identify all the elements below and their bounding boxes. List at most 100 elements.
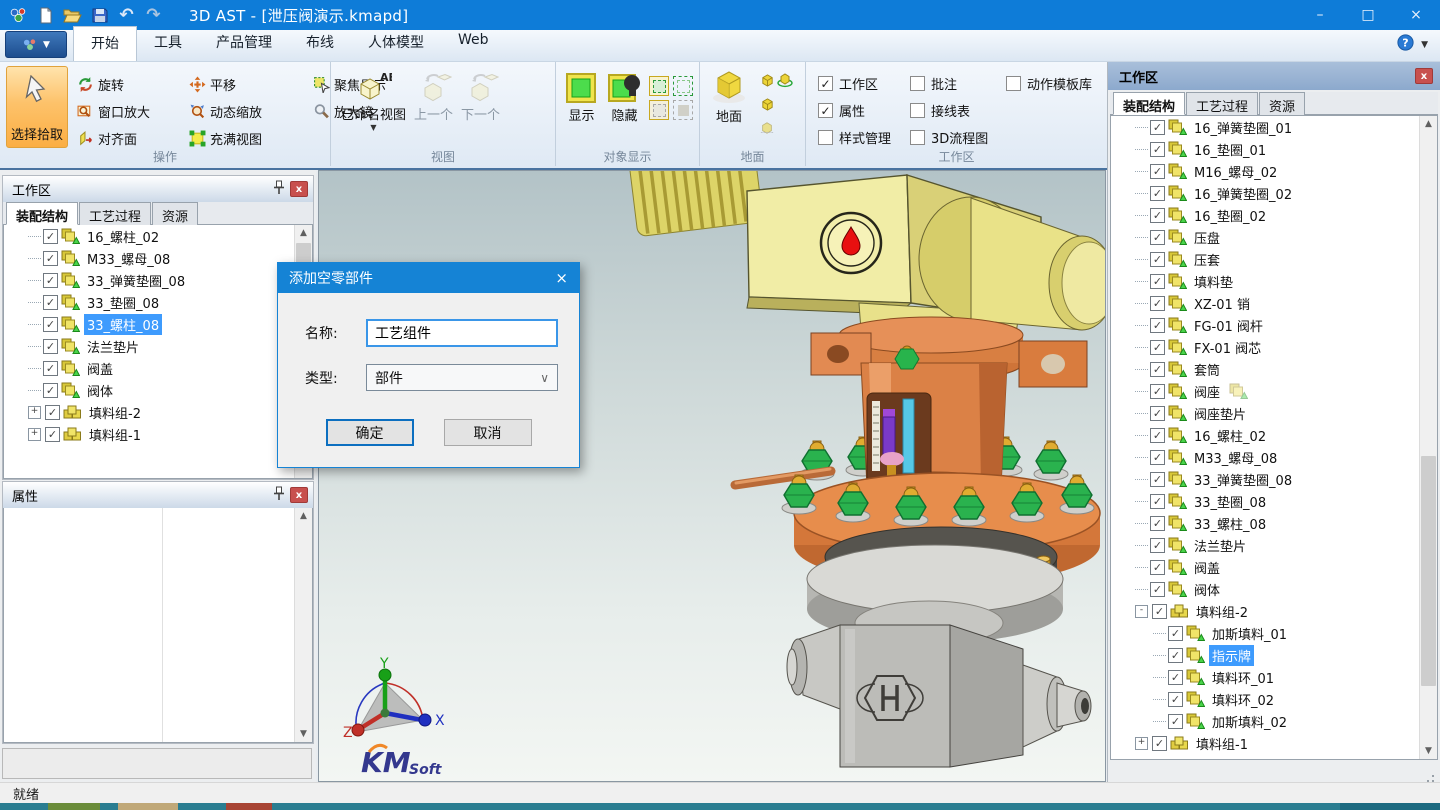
visibility-checkbox[interactable]: ✓ bbox=[1150, 406, 1165, 421]
workspace-checkbox[interactable]: 3D流程图 bbox=[910, 128, 1006, 147]
visibility-checkbox[interactable]: ✓ bbox=[43, 383, 58, 398]
visibility-checkbox[interactable]: ✓ bbox=[1150, 230, 1165, 245]
tree-item-label[interactable]: FG-01 阀杆 bbox=[1191, 315, 1266, 336]
workspace-checkbox[interactable]: ✓属性 bbox=[818, 101, 910, 120]
ribbon-op-button[interactable]: 充满视图 bbox=[189, 129, 313, 148]
cancel-button[interactable]: 取消 bbox=[444, 419, 532, 446]
tree-item[interactable]: ✓33_垫圈_08 bbox=[4, 291, 312, 313]
ribbon-op-button[interactable]: 动态缩放 bbox=[189, 102, 313, 121]
open-folder-icon[interactable] bbox=[59, 3, 86, 27]
tree-item-label[interactable]: 16_垫圈_02 bbox=[1191, 205, 1269, 226]
tree-item-label[interactable]: M33_螺母_08 bbox=[84, 248, 173, 269]
tree-item[interactable]: -✓填料组-2 bbox=[1111, 600, 1437, 622]
tree-item-label[interactable]: 33_螺柱_08 bbox=[84, 314, 162, 335]
panel-tab[interactable]: 资源 bbox=[1259, 92, 1305, 115]
redo-icon[interactable]: ↷ bbox=[140, 3, 167, 27]
previous-view-button[interactable]: 上一个 bbox=[410, 68, 457, 126]
ground-cube-small-icon[interactable] bbox=[760, 73, 775, 92]
help-icon[interactable]: ? bbox=[1397, 34, 1414, 55]
panel-tab[interactable]: 工艺过程 bbox=[79, 202, 151, 225]
ground-cube-faded-icon[interactable] bbox=[760, 121, 774, 139]
tree-item[interactable]: ✓FX-01 阀芯 bbox=[1111, 336, 1437, 358]
ribbon-tab[interactable]: 开始 bbox=[73, 26, 137, 61]
tree-item[interactable]: ✓加斯填料_01 bbox=[1111, 622, 1437, 644]
ribbon-op-button[interactable]: 窗口放大 bbox=[77, 102, 189, 121]
visibility-checkbox[interactable]: ✓ bbox=[43, 229, 58, 244]
panel-tab[interactable]: 资源 bbox=[152, 202, 198, 225]
name-input[interactable] bbox=[366, 319, 558, 347]
tree-item[interactable]: ✓M16_螺母_02 bbox=[1111, 160, 1437, 182]
tree-item[interactable]: ✓ 16_垫圈_01 bbox=[1111, 138, 1437, 160]
close-icon[interactable]: x bbox=[1415, 68, 1433, 84]
panel-tab[interactable]: 装配结构 bbox=[1113, 92, 1185, 115]
tree-item-label[interactable]: 加斯填料_02 bbox=[1209, 711, 1290, 732]
visibility-checkbox[interactable]: ✓ bbox=[1150, 296, 1165, 311]
tree-item-label[interactable]: 33_垫圈_08 bbox=[1191, 491, 1269, 512]
checkbox-icon[interactable] bbox=[910, 76, 925, 91]
ribbon-op-button[interactable]: 平移 bbox=[189, 75, 313, 94]
tree-item-label[interactable]: 16_螺柱_02 bbox=[84, 226, 162, 247]
scroll-up-icon[interactable]: ▲ bbox=[295, 225, 312, 241]
tree-item-label[interactable]: 填料组-2 bbox=[86, 402, 144, 423]
select-pick-button[interactable]: 选择拾取 bbox=[6, 66, 68, 148]
tree-item-label[interactable]: 填料组-1 bbox=[1193, 733, 1251, 754]
scroll-up-icon[interactable]: ▲ bbox=[295, 508, 312, 524]
visibility-checkbox[interactable]: ✓ bbox=[1150, 142, 1165, 157]
tree-item[interactable]: ✓阀座垫片 bbox=[1111, 402, 1437, 424]
named-views-button[interactable]: AB 已命名视图 ▼ bbox=[337, 68, 410, 135]
checkbox-icon[interactable] bbox=[1006, 76, 1021, 91]
scroll-down-icon[interactable]: ▼ bbox=[295, 726, 312, 742]
visibility-checkbox[interactable]: ✓ bbox=[1150, 274, 1165, 289]
tree-item-label[interactable]: 16_弹簧垫圈_02 bbox=[1191, 183, 1295, 204]
tree-item[interactable]: ✓ 16_垫圈_02 bbox=[1111, 204, 1437, 226]
tree-item-label[interactable]: 16_垫圈_01 bbox=[1191, 139, 1269, 160]
expander-icon[interactable]: + bbox=[1135, 737, 1148, 750]
tree-item[interactable]: ✓压套 bbox=[1111, 248, 1437, 270]
tree-item[interactable]: ✓填料垫 bbox=[1111, 270, 1437, 292]
ribbon-tab[interactable]: 布线 bbox=[289, 26, 351, 61]
tree-item-label[interactable]: 法兰垫片 bbox=[84, 336, 142, 357]
visibility-checkbox[interactable]: ✓ bbox=[43, 317, 58, 332]
maximize-button[interactable]: □ bbox=[1344, 0, 1392, 30]
visibility-checkbox[interactable]: ✓ bbox=[1150, 384, 1165, 399]
tree-item[interactable]: ✓ 法兰垫片 bbox=[1111, 534, 1437, 556]
visibility-checkbox[interactable]: ✓ bbox=[1150, 582, 1165, 597]
panel-tab[interactable]: 工艺过程 bbox=[1186, 92, 1258, 115]
visibility-checkbox[interactable]: ✓ bbox=[1152, 604, 1167, 619]
undo-icon[interactable]: ↶ bbox=[113, 3, 140, 27]
workspace-checkbox[interactable]: ✓工作区 bbox=[818, 74, 910, 93]
minimize-button[interactable]: – bbox=[1296, 0, 1344, 30]
tree-item-label[interactable]: 压套 bbox=[1191, 249, 1223, 270]
tree-item-label[interactable]: 33_弹簧垫圈_08 bbox=[84, 270, 188, 291]
visibility-checkbox[interactable]: ✓ bbox=[1168, 626, 1183, 641]
ok-button[interactable]: 确定 bbox=[326, 419, 414, 446]
visibility-checkbox[interactable]: ✓ bbox=[1150, 186, 1165, 201]
checkbox-icon[interactable] bbox=[818, 130, 833, 145]
workspace-checkbox[interactable]: 批注 bbox=[910, 74, 1006, 93]
panel-tab[interactable]: 装配结构 bbox=[6, 202, 78, 225]
tree-item-label[interactable]: 法兰垫片 bbox=[1191, 535, 1249, 556]
tree-item[interactable]: ✓ 16_螺柱_02 bbox=[4, 225, 312, 247]
tree-item[interactable]: +✓填料组-1 bbox=[4, 423, 312, 445]
tree-item-label[interactable]: 填料组-2 bbox=[1193, 601, 1251, 622]
tree-item[interactable]: ✓XZ-01 销 bbox=[1111, 292, 1437, 314]
visibility-checkbox[interactable]: ✓ bbox=[1150, 164, 1165, 179]
expander-icon[interactable]: + bbox=[28, 406, 41, 419]
ribbon-tab[interactable]: 工具 bbox=[137, 26, 199, 61]
scroll-up-icon[interactable]: ▲ bbox=[1420, 116, 1437, 132]
tree-item[interactable]: ✓16_弹簧垫圈_01 bbox=[1111, 116, 1437, 138]
ribbon-op-button[interactable]: 对齐面 bbox=[77, 129, 189, 148]
visibility-checkbox[interactable]: ✓ bbox=[1150, 208, 1165, 223]
close-icon[interactable]: × bbox=[555, 269, 568, 287]
scrollbar-vertical[interactable]: ▲ ▼ bbox=[1419, 116, 1437, 759]
tree-item-label[interactable]: 33_垫圈_08 bbox=[84, 292, 162, 313]
tree-item[interactable]: ✓33_弹簧垫圈_08 bbox=[1111, 468, 1437, 490]
checkbox-icon[interactable]: ✓ bbox=[818, 103, 833, 118]
tree-item[interactable]: ✓ 33_螺柱_08 bbox=[4, 313, 312, 335]
tree-item[interactable]: ✓阀盖 bbox=[4, 357, 312, 379]
tree-item-label[interactable]: 填料环_01 bbox=[1209, 667, 1277, 688]
visibility-checkbox[interactable]: ✓ bbox=[1168, 648, 1183, 663]
tree-item-label[interactable]: 阀体 bbox=[84, 380, 116, 401]
tree-item[interactable]: ✓填料环_02 bbox=[1111, 688, 1437, 710]
visibility-checkbox[interactable]: ✓ bbox=[1150, 538, 1165, 553]
